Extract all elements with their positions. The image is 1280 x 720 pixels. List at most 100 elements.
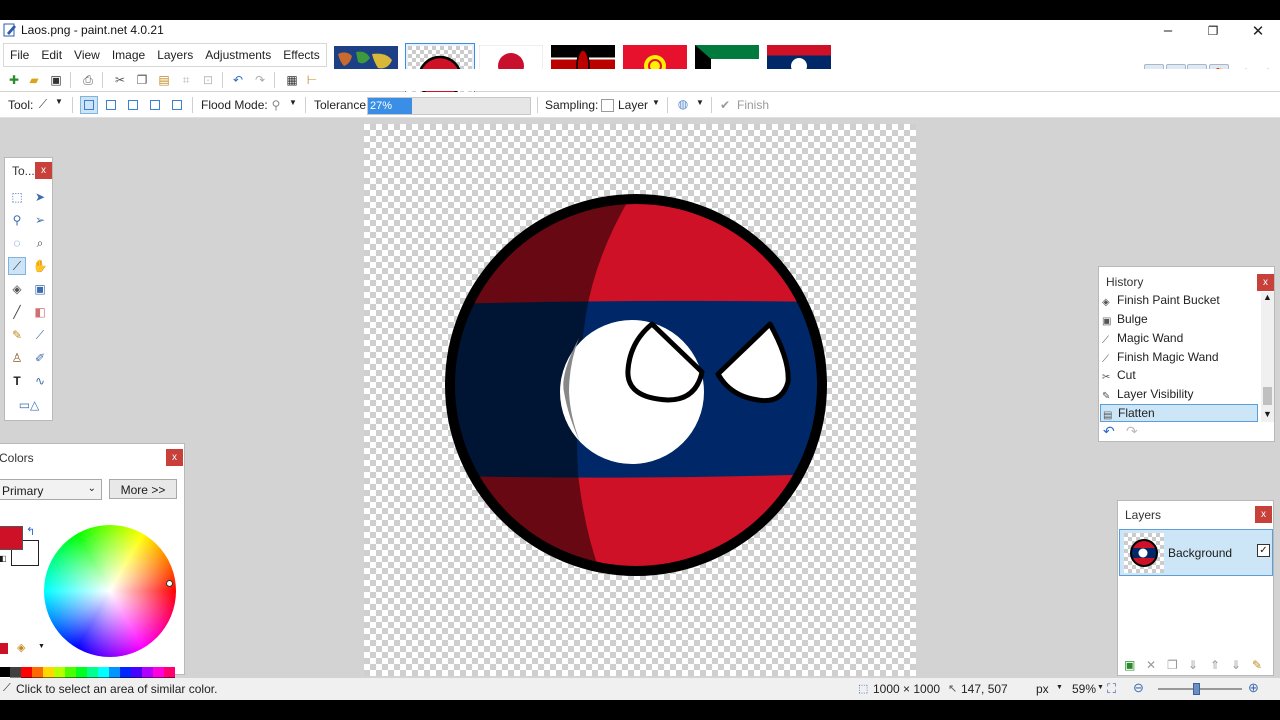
magic-wand-tool-icon[interactable]: ⟋ <box>8 257 26 275</box>
selection-mode-intersect[interactable] <box>146 96 164 114</box>
gradient-tool-icon[interactable]: ▣ <box>31 280 49 298</box>
move-layer-up-icon[interactable]: ⇑ <box>1210 658 1220 672</box>
history-item[interactable]: ✂ Cut <box>1100 367 1258 385</box>
history-scrollbar[interactable]: ▲ ▼ <box>1261 292 1274 422</box>
lasso-select-tool-icon[interactable]: ⚲ <box>8 211 26 229</box>
palette-swatch[interactable] <box>65 667 76 677</box>
image-canvas[interactable] <box>364 124 916 676</box>
palette-swatch[interactable] <box>109 667 120 677</box>
merge-layer-down-icon[interactable]: ⇓ <box>1188 658 1198 672</box>
print-icon[interactable]: ⎙ <box>80 72 96 88</box>
zoom-to-window-icon[interactable]: ⛶ <box>1107 681 1116 697</box>
recent-primary-swatch[interactable] <box>0 643 8 654</box>
move-selected-pixels-tool-icon[interactable]: ➤ <box>31 188 49 206</box>
pencil-tool-icon[interactable]: ✎ <box>8 326 26 344</box>
history-item-selected[interactable]: ▤ Flatten <box>1100 404 1258 422</box>
history-undo-icon[interactable]: ↶ <box>1103 423 1115 440</box>
antialiasing-icon[interactable]: ◍ <box>675 96 691 112</box>
text-tool-icon[interactable]: T <box>8 372 26 390</box>
minimize-button[interactable]: – <box>1146 20 1190 41</box>
color-wheel[interactable] <box>44 525 176 657</box>
history-panel-close-button[interactable]: x <box>1257 274 1274 291</box>
layers-panel-close-button[interactable]: x <box>1255 506 1272 523</box>
zoom-slider-thumb[interactable] <box>1193 683 1200 695</box>
cut-icon[interactable]: ✂ <box>112 72 128 88</box>
menu-effects[interactable]: Effects <box>277 44 325 66</box>
menu-edit[interactable]: Edit <box>35 44 68 66</box>
paintbrush-tool-icon[interactable]: ╱ <box>8 303 26 321</box>
history-item[interactable]: ⟋ Magic Wand <box>1100 330 1258 348</box>
line-curve-tool-icon[interactable]: ∿ <box>31 372 49 390</box>
scroll-thumb[interactable] <box>1263 387 1272 405</box>
layer-properties-icon[interactable]: ✎ <box>1252 658 1262 672</box>
menu-image[interactable]: Image <box>106 44 151 66</box>
menu-view[interactable]: View <box>68 44 106 66</box>
palette-dropdown-icon[interactable]: ▼ <box>38 643 45 650</box>
sampling-layer-icon[interactable] <box>601 99 614 112</box>
reset-colors-icon[interactable]: ◧ <box>0 554 7 563</box>
antialiasing-dropdown-icon[interactable]: ▼ <box>696 98 704 107</box>
rulers-icon[interactable]: ⊢ <box>304 72 320 88</box>
palette-swatch[interactable] <box>131 667 142 677</box>
close-window-button[interactable]: ✕ <box>1236 20 1280 41</box>
menu-file[interactable]: File <box>4 44 35 66</box>
palette-swatch[interactable] <box>54 667 65 677</box>
sampling-dropdown-icon[interactable]: ▼ <box>652 98 660 107</box>
finish-button[interactable]: Finish <box>737 98 769 112</box>
palette-swatch[interactable] <box>76 667 87 677</box>
swap-colors-icon[interactable]: ↰ <box>26 525 35 538</box>
color-picker-tool-icon[interactable]: ⟋ <box>31 326 49 344</box>
deselect-icon[interactable]: ⊡ <box>200 72 216 88</box>
clone-stamp-tool-icon[interactable]: ♙ <box>8 349 26 367</box>
flood-mode-icon[interactable]: ⚲ <box>268 97 284 113</box>
tools-panel-close-button[interactable]: x <box>35 162 52 179</box>
selection-mode-exclude[interactable] <box>124 96 142 114</box>
tolerance-slider[interactable]: 27% <box>367 97 531 115</box>
ellipse-select-tool-icon[interactable]: ◌ <box>8 234 26 252</box>
paint-bucket-tool-icon[interactable]: ◈ <box>8 280 26 298</box>
palette-swatch[interactable] <box>10 667 21 677</box>
grid-icon[interactable]: ▦ <box>284 72 300 88</box>
zoom-out-icon[interactable]: ⊖ <box>1133 680 1144 696</box>
palette-swatch[interactable] <box>164 667 175 677</box>
scroll-down-icon[interactable]: ▼ <box>1263 409 1272 419</box>
add-layer-icon[interactable]: ▣ <box>1124 658 1135 672</box>
redo-icon[interactable]: ↷ <box>252 72 268 88</box>
scroll-up-icon[interactable]: ▲ <box>1263 292 1272 302</box>
crop-to-selection-icon[interactable]: ⌗ <box>178 72 194 88</box>
history-redo-icon[interactable]: ↷ <box>1126 423 1138 440</box>
more-colors-button[interactable]: More >> <box>109 479 177 499</box>
save-icon[interactable]: ▣ <box>48 72 64 88</box>
new-image-icon[interactable]: ✚ <box>6 72 22 88</box>
open-file-icon[interactable]: ▰ <box>26 72 42 88</box>
palette-swatch[interactable] <box>32 667 43 677</box>
recolor-tool-icon[interactable]: ✐ <box>31 349 49 367</box>
move-layer-down-icon[interactable]: ⇓ <box>1231 658 1241 672</box>
color-mode-dropdown[interactable]: Primary ⌄ <box>0 479 102 500</box>
palette-swatch[interactable] <box>120 667 131 677</box>
menu-adjustments[interactable]: Adjustments <box>199 44 277 66</box>
selection-mode-union[interactable] <box>102 96 120 114</box>
palette-swatch[interactable] <box>98 667 109 677</box>
selection-mode-invert[interactable] <box>168 96 186 114</box>
palette-swatch[interactable] <box>87 667 98 677</box>
zoom-tool-icon[interactable]: ⌕ <box>31 234 49 252</box>
layer-row-background[interactable]: Background ✓ <box>1119 529 1273 576</box>
history-item[interactable]: ✎ Layer Visibility <box>1100 386 1258 404</box>
undo-icon[interactable]: ↶ <box>230 72 246 88</box>
palette-menu-icon[interactable]: ◈ <box>17 641 25 654</box>
eraser-tool-icon[interactable]: ◧ <box>31 303 49 321</box>
duplicate-layer-icon[interactable]: ❐ <box>1167 658 1178 672</box>
palette-swatch[interactable] <box>142 667 153 677</box>
history-item[interactable]: ▣ Bulge <box>1100 311 1258 329</box>
menu-layers[interactable]: Layers <box>151 44 199 66</box>
flood-mode-dropdown-icon[interactable]: ▼ <box>289 98 297 107</box>
sampling-value[interactable]: Layer <box>618 98 648 112</box>
history-item[interactable]: ⟋ Finish Magic Wand <box>1100 349 1258 367</box>
rectangle-select-tool-icon[interactable]: ⬚ <box>8 188 26 206</box>
zoom-level[interactable]: 59% <box>1072 682 1096 696</box>
zoom-slider-track[interactable] <box>1158 688 1242 690</box>
palette-swatch[interactable] <box>153 667 164 677</box>
copy-icon[interactable]: ❐ <box>134 72 150 88</box>
layer-visibility-checkbox[interactable]: ✓ <box>1257 544 1270 557</box>
